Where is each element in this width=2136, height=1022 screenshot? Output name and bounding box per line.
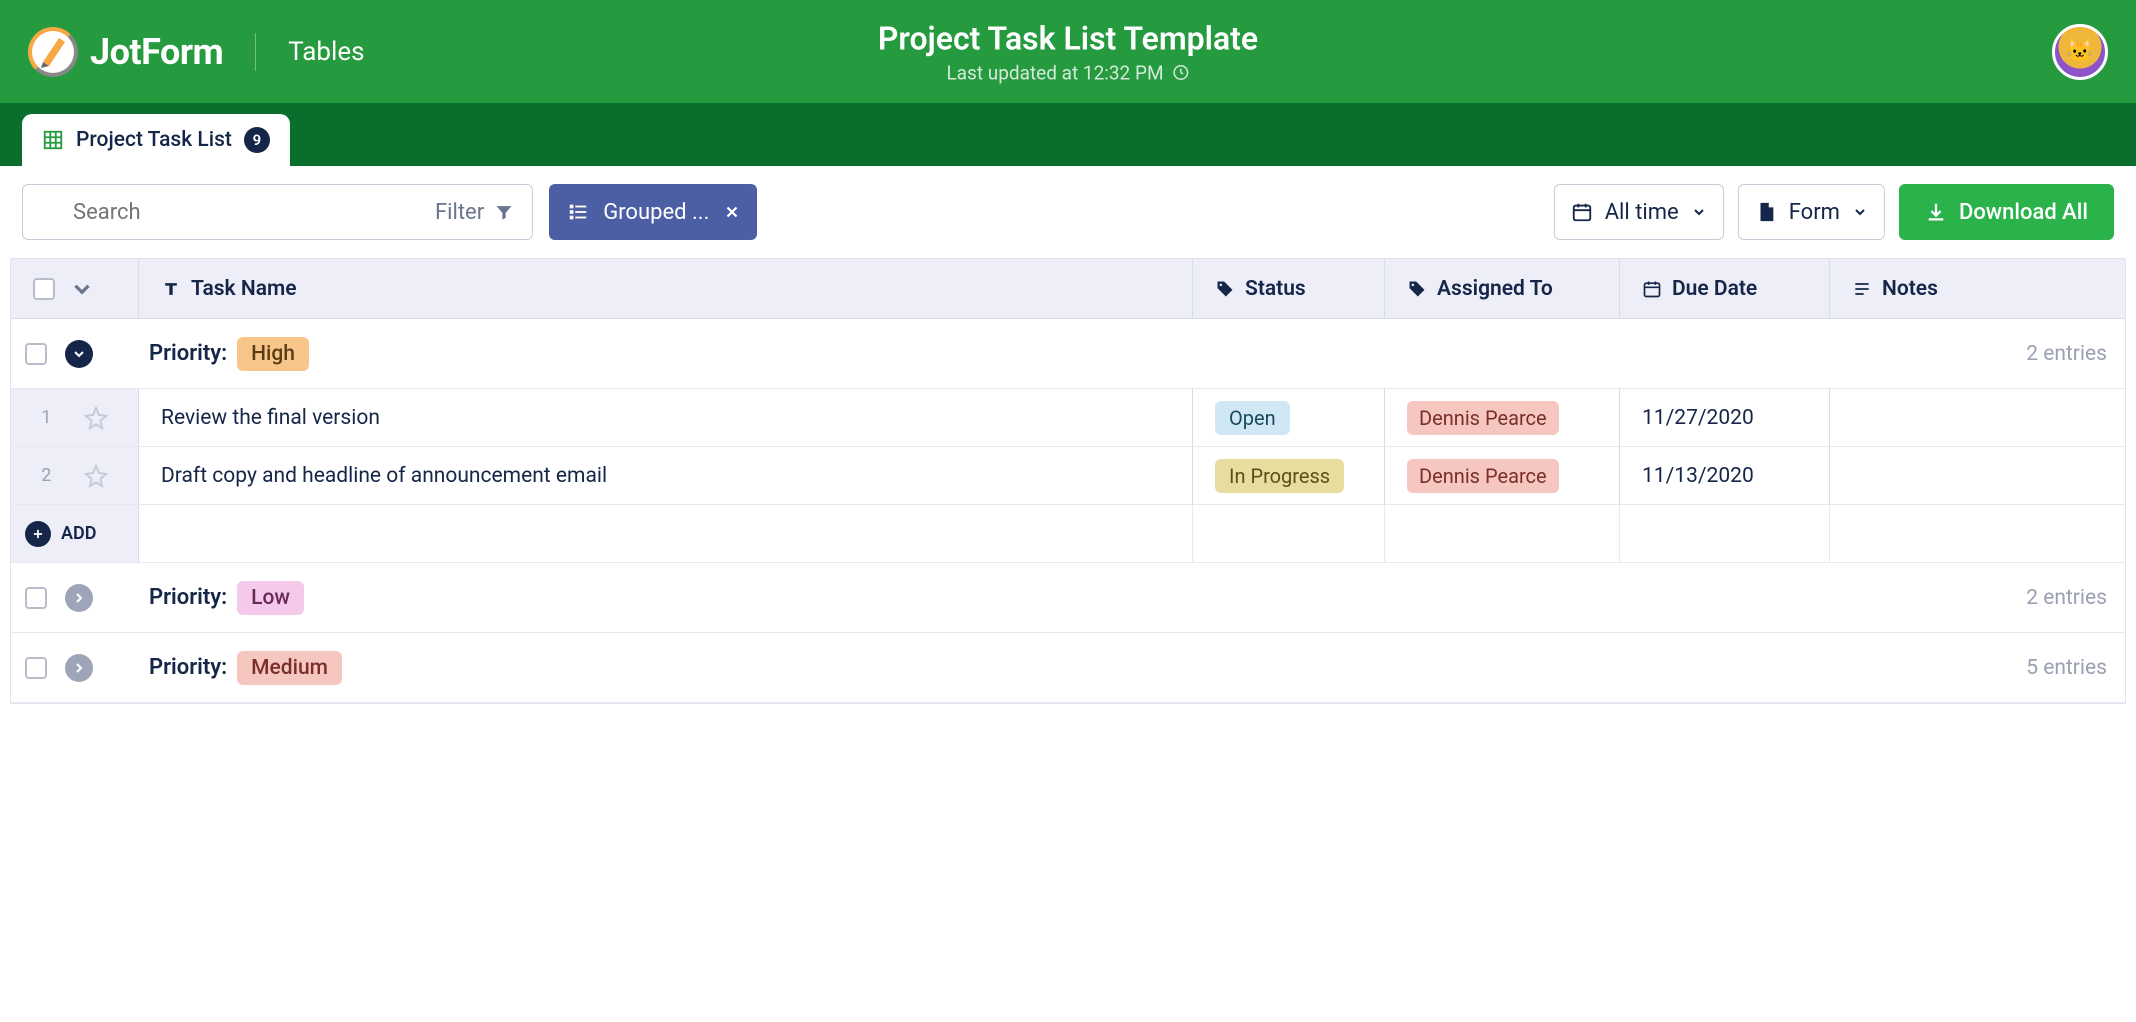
tab-count-badge: 9 — [244, 127, 270, 153]
toolbar: Filter Grouped ... All time Form Downloa… — [0, 166, 2136, 258]
user-avatar[interactable]: 🐱 — [2052, 24, 2108, 80]
grouped-by-chip[interactable]: Grouped ... — [549, 184, 757, 240]
group-row: Priority: High 2 entries — [11, 319, 2125, 389]
priority-badge: Medium — [237, 651, 342, 685]
group-toggle[interactable] — [65, 584, 93, 612]
cell-status[interactable]: Open — [1193, 389, 1385, 446]
cell-assigned[interactable]: Dennis Pearce — [1385, 447, 1620, 504]
group-entries-count: 2 entries — [2026, 342, 2107, 366]
group-checkbox[interactable] — [25, 657, 47, 679]
col-assigned-to[interactable]: Assigned To — [1385, 259, 1620, 318]
star-icon[interactable] — [84, 406, 108, 430]
group-label: Priority: — [149, 655, 227, 680]
select-all-checkbox[interactable] — [33, 278, 55, 300]
last-updated-text: Last updated at 12:32 PM — [946, 61, 1163, 84]
group-label: Priority: — [149, 585, 227, 610]
tab-label: Project Task List — [76, 128, 232, 152]
filter-icon — [494, 202, 514, 222]
plus-icon — [25, 521, 51, 547]
history-icon — [1172, 64, 1190, 82]
brand-block[interactable]: JotForm Tables — [28, 27, 365, 77]
cell-due-date[interactable]: 11/13/2020 — [1620, 447, 1830, 504]
brand-name: JotForm — [90, 31, 223, 73]
row-number: 1 — [41, 407, 51, 428]
col-status[interactable]: Status — [1193, 259, 1385, 318]
header-check-cell — [11, 259, 139, 318]
cell-due-date[interactable]: 11/27/2020 — [1620, 389, 1830, 446]
col-task-name[interactable]: Task Name — [139, 259, 1193, 318]
download-all-button[interactable]: Download All — [1899, 184, 2114, 240]
last-updated: Last updated at 12:32 PM — [878, 61, 1258, 84]
cell-notes[interactable] — [1830, 447, 2125, 504]
filter-label: Filter — [435, 200, 484, 225]
page-title: Project Task List Template — [878, 19, 1258, 57]
tag-icon — [1215, 279, 1235, 299]
table-header-row: Task Name Status Assigned To Due Date No… — [11, 259, 2125, 319]
cell-task-name[interactable]: Draft copy and headline of announcement … — [139, 447, 1193, 504]
cell-status[interactable]: In Progress — [1193, 447, 1385, 504]
download-label: Download All — [1959, 200, 2088, 225]
search-filter-group: Filter — [22, 184, 533, 240]
text-icon — [161, 279, 181, 299]
notes-icon — [1852, 279, 1872, 299]
add-button[interactable]: ADD — [11, 505, 139, 562]
calendar-icon — [1642, 279, 1662, 299]
time-range-label: All time — [1605, 200, 1679, 225]
filter-button[interactable]: Filter — [417, 184, 533, 240]
group-checkbox[interactable] — [25, 343, 47, 365]
group-entries-count: 5 entries — [2026, 656, 2107, 680]
brand-divider — [255, 33, 256, 71]
group-checkbox[interactable] — [25, 587, 47, 609]
table-icon — [42, 129, 64, 151]
chevron-down-icon — [1691, 204, 1707, 220]
form-label: Form — [1789, 200, 1840, 225]
priority-badge: High — [237, 337, 309, 371]
chevron-down-icon — [1852, 204, 1868, 220]
cell-task-name[interactable]: Review the final version — [139, 389, 1193, 446]
download-icon — [1925, 201, 1947, 223]
tabs-bar: Project Task List 9 — [0, 103, 2136, 166]
close-icon[interactable] — [723, 203, 741, 221]
add-row[interactable]: ADD — [11, 505, 2125, 563]
chevron-icon — [71, 346, 87, 362]
search-input[interactable] — [22, 184, 417, 240]
product-name: Tables — [288, 37, 364, 67]
chevron-icon — [71, 660, 87, 676]
brand-logo-icon — [28, 27, 78, 77]
priority-badge: Low — [237, 581, 304, 615]
group-row: Priority: Medium 5 entries — [11, 633, 2125, 703]
group-label: Priority: — [149, 341, 227, 366]
group-toggle[interactable] — [65, 340, 93, 368]
tab-project-task-list[interactable]: Project Task List 9 — [22, 114, 290, 166]
cell-notes[interactable] — [1830, 389, 2125, 446]
group-row: Priority: Low 2 entries — [11, 563, 2125, 633]
chevron-icon — [71, 590, 87, 606]
table-row[interactable]: 2 Draft copy and headline of announcemen… — [11, 447, 2125, 505]
col-due-date[interactable]: Due Date — [1620, 259, 1830, 318]
row-number: 2 — [41, 465, 51, 486]
app-header: JotForm Tables Project Task List Templat… — [0, 0, 2136, 103]
chevron-down-icon[interactable] — [69, 276, 95, 302]
group-icon — [567, 201, 589, 223]
cell-assigned[interactable]: Dennis Pearce — [1385, 389, 1620, 446]
calendar-icon — [1571, 201, 1593, 223]
header-center: Project Task List Template Last updated … — [878, 19, 1258, 84]
group-entries-count: 2 entries — [2026, 586, 2107, 610]
table-row[interactable]: 1 Review the final version Open Dennis P… — [11, 389, 2125, 447]
tag-icon — [1407, 279, 1427, 299]
grouped-label: Grouped ... — [603, 200, 709, 225]
add-label: ADD — [61, 523, 96, 544]
group-toggle[interactable] — [65, 654, 93, 682]
star-icon[interactable] — [84, 464, 108, 488]
col-notes[interactable]: Notes — [1830, 259, 2125, 318]
time-range-dropdown[interactable]: All time — [1554, 184, 1724, 240]
form-dropdown[interactable]: Form — [1738, 184, 1885, 240]
data-table: Task Name Status Assigned To Due Date No… — [10, 258, 2126, 704]
file-icon — [1755, 201, 1777, 223]
